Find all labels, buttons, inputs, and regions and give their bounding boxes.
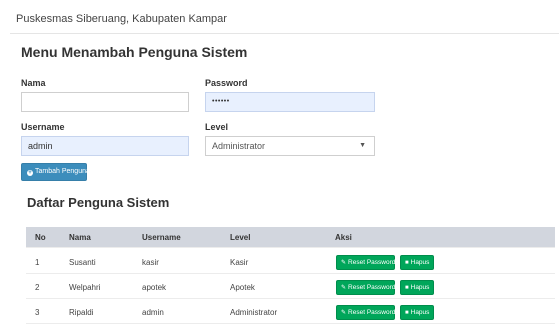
row-level: Apotek [230,283,255,292]
reset-password-button[interactable]: ✎ Reset Password [336,280,395,295]
trash-icon: ■ [405,310,409,316]
row-nama: Susanti [69,258,96,267]
list-title: Daftar Penguna Sistem [27,195,170,210]
row-no: 3 [35,308,40,317]
password-label: Password [205,78,248,88]
delete-button[interactable]: ■ Hapus [400,255,434,270]
col-no: No [35,233,46,242]
page-title: Menu Menambah Penguna Sistem [21,44,248,60]
row-level: Kasir [230,258,249,267]
col-level: Level [230,233,251,242]
plus-circle-icon: + [27,170,33,176]
add-user-label: Tambah Penguna [35,168,90,175]
site-title: Puskesmas Siberuang, Kabupaten Kampar [16,13,227,25]
col-username: Username [142,233,181,242]
password-input[interactable]: •••••• [205,92,375,112]
edit-icon: ✎ [341,310,347,316]
delete-label: Hapus [410,284,430,291]
nama-input[interactable] [21,92,189,112]
add-user-button[interactable]: + Tambah Penguna [21,163,90,181]
chevron-down-icon: ▼ [359,142,366,149]
row-no: 2 [35,283,40,292]
edit-icon: ✎ [341,285,347,291]
table-row: 2 Welpahri apotek Apotek ✎ Reset Password… [26,275,555,299]
username-label: Username [21,122,65,132]
row-level: Administrator [230,308,278,317]
delete-label: Hapus [410,259,430,266]
row-username: admin [142,308,164,317]
reset-password-label: Reset Password [348,259,396,266]
nama-label: Nama [21,78,46,88]
reset-password-label: Reset Password [348,284,396,291]
delete-button[interactable]: ■ Hapus [400,280,434,295]
reset-password-button[interactable]: ✎ Reset Password [336,305,395,320]
reset-password-label: Reset Password [348,309,396,316]
reset-password-button[interactable]: ✎ Reset Password [336,255,395,270]
col-nama: Nama [69,233,91,242]
row-username: kasir [142,258,159,267]
table-row: 3 Ripaldi admin Administrator ✎ Reset Pas… [26,300,555,324]
username-input[interactable]: admin [21,136,189,156]
row-nama: Ripaldi [69,308,94,317]
row-no: 1 [35,258,40,267]
top-bar: Puskesmas Siberuang, Kabupaten Kampar [10,8,559,34]
trash-icon: ■ [405,285,409,291]
delete-button[interactable]: ■ Hapus [400,305,434,320]
trash-icon: ■ [405,260,409,266]
level-label: Level [205,122,229,132]
row-username: apotek [142,283,167,292]
row-nama: Welpahri [69,283,101,292]
level-select[interactable]: Administrator ▼ [205,136,375,156]
level-select-value: Administrator [212,141,266,151]
table-row: 1 Susanti kasir Kasir ✎ Reset Password ■ H… [26,250,555,274]
edit-icon: ✎ [341,260,347,266]
table-header: No Nama Username Level Aksi [26,227,555,248]
delete-label: Hapus [410,309,430,316]
col-aksi: Aksi [335,233,352,242]
